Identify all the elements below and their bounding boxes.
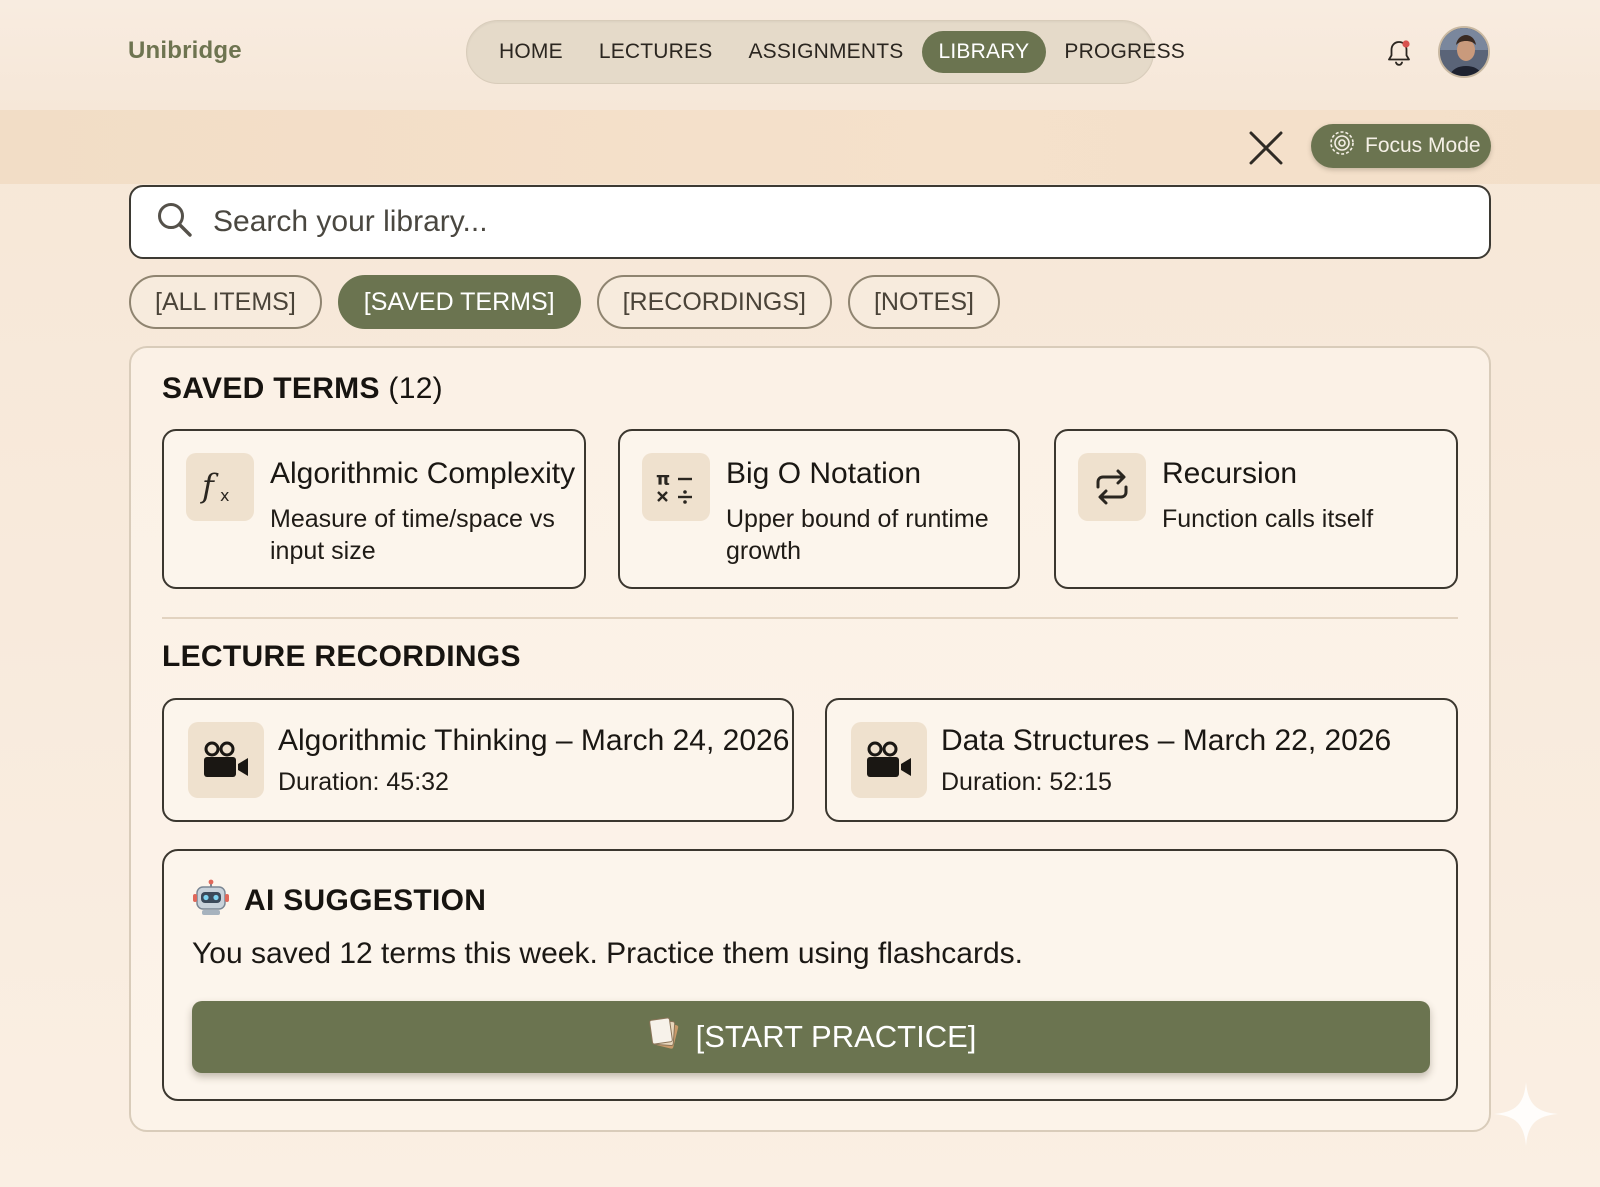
function-icon: f x xyxy=(186,453,254,521)
focus-mode-label: Focus Mode xyxy=(1365,134,1481,157)
recording-title: Data Structures – March 22, 2026 xyxy=(941,724,1392,757)
close-icon[interactable] xyxy=(1246,128,1286,168)
main-nav: HOME LECTURES ASSIGNMENTS LIBRARY PROGRE… xyxy=(466,20,1185,84)
math-operators-icon: π xyxy=(642,453,710,521)
nav-item-progress[interactable]: PROGRESS xyxy=(1046,31,1203,73)
term-card-big-o-notation[interactable]: π Big O Notation Upper bound of runtime … xyxy=(618,429,1020,589)
nav-item-assignments[interactable]: ASSIGNMENTS xyxy=(730,31,921,73)
filter-saved-terms[interactable]: [SAVED TERMS] xyxy=(337,275,581,329)
svg-text:x: x xyxy=(220,486,229,505)
ai-suggestion-card: AI SUGGESTION You saved 12 terms this we… xyxy=(162,849,1458,1101)
ai-suggestion-title: AI SUGGESTION xyxy=(244,883,487,917)
recording-title: Algorithmic Thinking – March 24, 2026 xyxy=(278,724,790,757)
ai-suggestion-message: You saved 12 terms this week. Practice t… xyxy=(192,937,1023,970)
bell-icon[interactable] xyxy=(1385,38,1413,68)
avatar[interactable] xyxy=(1438,26,1490,78)
svg-text:f: f xyxy=(200,467,219,505)
search-input[interactable] xyxy=(213,205,1413,239)
term-title: Algorithmic Complexity xyxy=(270,457,576,490)
search-icon xyxy=(155,200,195,245)
section-divider xyxy=(162,617,1458,619)
repeat-icon xyxy=(1078,453,1146,521)
nav-item-home[interactable]: HOME xyxy=(481,31,581,73)
svg-text:π: π xyxy=(656,469,670,490)
recording-card-data-structures[interactable]: Data Structures – March 22, 2026 Duratio… xyxy=(825,698,1458,822)
recording-card-algorithmic-thinking[interactable]: Algorithmic Thinking – March 24, 2026 Du… xyxy=(162,698,794,822)
top-bar: Unibridge HOME LECTURES ASSIGNMENTS LIBR… xyxy=(0,0,1600,110)
filter-chips: [ALL ITEMS] [SAVED TERMS] [RECORDINGS] [… xyxy=(129,275,1000,329)
focus-mode-button[interactable]: Focus Mode xyxy=(1311,124,1491,168)
filter-all-items[interactable]: [ALL ITEMS] xyxy=(129,275,322,329)
filter-notes[interactable]: [NOTES] xyxy=(847,275,1000,329)
sparkle-icon xyxy=(1490,1078,1562,1150)
term-description: Measure of time/space vs input size xyxy=(270,505,555,565)
start-practice-label: [START PRACTICE] xyxy=(695,1019,977,1054)
flashcards-icon xyxy=(646,1015,682,1059)
term-card-recursion[interactable]: Recursion Function calls itself xyxy=(1054,429,1458,589)
term-description: Function calls itself xyxy=(1162,505,1374,533)
recording-duration: Duration: 52:15 xyxy=(941,768,1112,796)
filter-recordings[interactable]: [RECORDINGS] xyxy=(596,275,832,329)
term-description: Upper bound of runtime growth xyxy=(726,505,989,565)
ai-suggestion-header: AI SUGGESTION xyxy=(192,879,486,922)
saved-terms-title: SAVED TERMS xyxy=(162,372,380,405)
brand-logo[interactable]: Unibridge xyxy=(128,37,242,65)
notification-dot xyxy=(1402,40,1410,48)
search-bar xyxy=(129,185,1491,259)
recording-duration: Duration: 45:32 xyxy=(278,768,449,796)
saved-terms-count: (12) xyxy=(388,372,443,405)
target-icon xyxy=(1329,130,1355,162)
robot-icon xyxy=(192,879,230,922)
lecture-recordings-heading: LECTURE RECORDINGS xyxy=(162,640,521,673)
term-title: Recursion xyxy=(1162,457,1298,490)
term-card-algorithmic-complexity[interactable]: f x Algorithmic Complexity Measure of ti… xyxy=(162,429,586,589)
video-camera-icon xyxy=(851,722,927,798)
saved-terms-heading: SAVED TERMS (12) xyxy=(162,372,443,406)
term-title: Big O Notation xyxy=(726,457,922,490)
nav-item-lectures[interactable]: LECTURES xyxy=(581,31,731,73)
nav-item-library[interactable]: LIBRARY xyxy=(921,31,1047,73)
start-practice-button[interactable]: [START PRACTICE] xyxy=(192,1001,1430,1073)
video-camera-icon xyxy=(188,722,264,798)
